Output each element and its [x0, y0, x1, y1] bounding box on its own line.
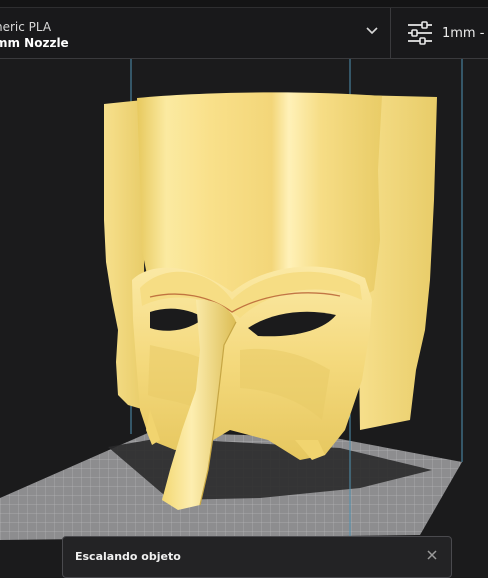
- chevron-down-icon[interactable]: [364, 22, 380, 38]
- toolbar-top-strip: [0, 0, 488, 8]
- material-selector[interactable]: neric PLA mm Nozzle: [0, 8, 390, 58]
- print-settings-button[interactable]: 1mm - L: [391, 8, 488, 58]
- sliders-icon: [408, 21, 432, 45]
- profile-label: 1mm - L: [442, 26, 488, 41]
- scene: [0, 59, 463, 545]
- top-toolbar: neric PLA mm Nozzle 1mm - L: [0, 0, 488, 59]
- notification-title: Escalando objeto: [75, 550, 181, 563]
- material-name: neric PLA: [0, 20, 52, 34]
- 3d-viewport[interactable]: [0, 59, 488, 562]
- nozzle-name: mm Nozzle: [0, 36, 69, 50]
- scaling-notification: Escalando objeto: [62, 536, 452, 578]
- close-icon[interactable]: [425, 548, 439, 562]
